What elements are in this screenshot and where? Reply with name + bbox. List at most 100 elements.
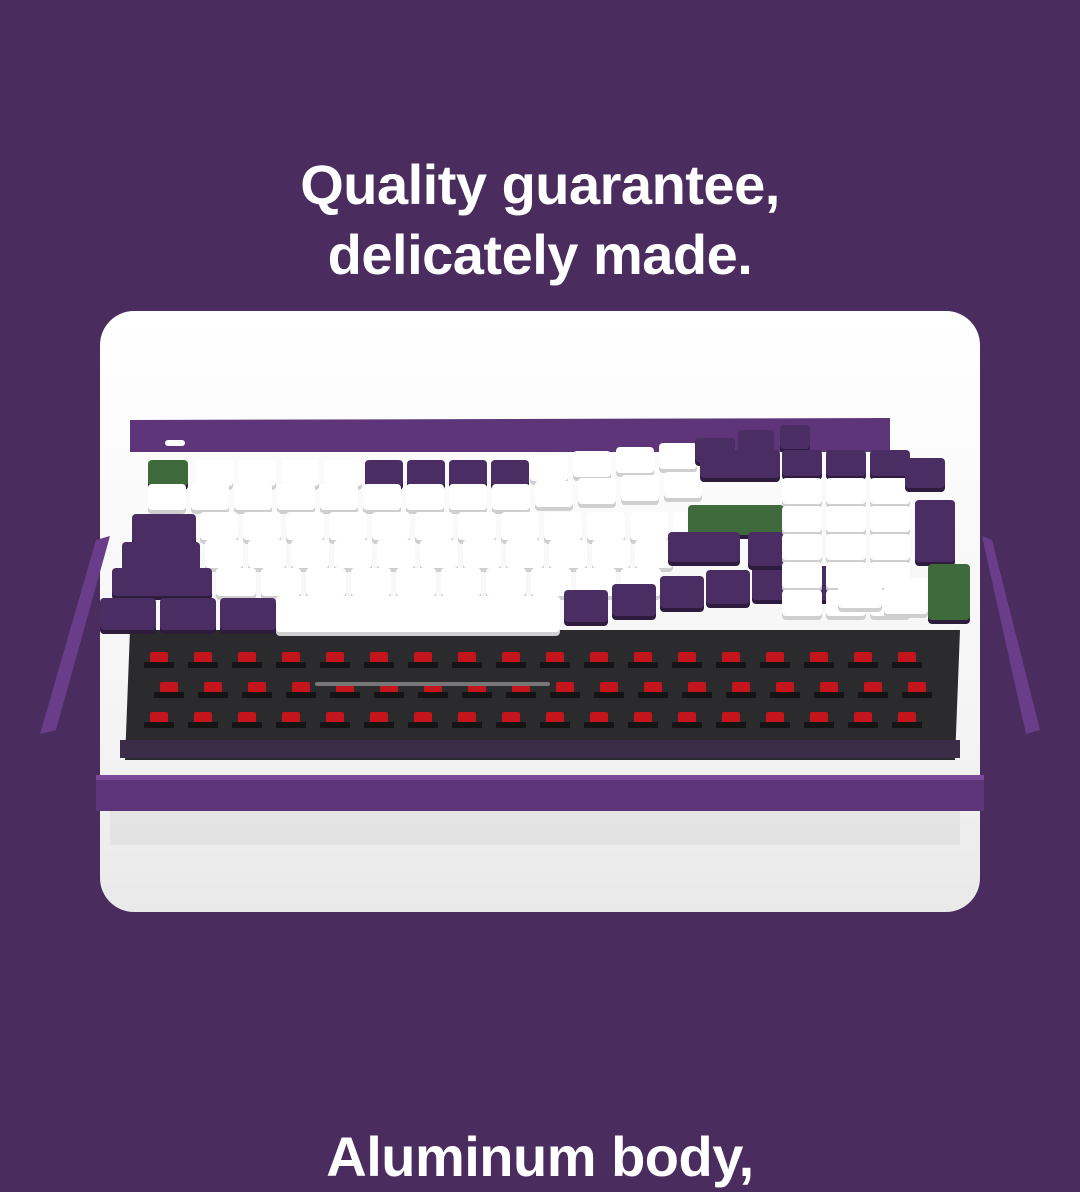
fn-keycap xyxy=(612,584,656,616)
numpad-keycap xyxy=(826,450,866,476)
suit-keycap xyxy=(752,566,796,600)
red-switch xyxy=(502,712,520,726)
letter-keycap xyxy=(243,512,281,540)
spacebar-keycap xyxy=(276,596,560,632)
enter-keycap xyxy=(688,505,784,535)
delete-keycap xyxy=(884,578,928,614)
pause-keycap xyxy=(738,430,774,454)
letter-keycap xyxy=(587,512,625,540)
red-switch xyxy=(766,652,784,666)
function-keycap xyxy=(491,460,529,486)
red-switch xyxy=(590,712,608,726)
numpad-keycap xyxy=(826,590,866,616)
red-switch xyxy=(336,682,354,696)
red-switch xyxy=(458,652,476,666)
red-switch xyxy=(160,682,178,696)
stabilizer-bar xyxy=(315,682,550,686)
insert-keycap xyxy=(838,568,882,608)
numpad-keycap xyxy=(870,450,910,476)
red-switch xyxy=(600,682,618,696)
numpad-keycap xyxy=(782,562,822,588)
red-switch xyxy=(556,682,574,696)
suit-keycap xyxy=(706,570,750,604)
number-keycap xyxy=(578,478,616,504)
shift-left-keycap xyxy=(112,568,212,596)
function-keycap xyxy=(573,451,611,477)
letter-keycap xyxy=(291,540,329,568)
red-switch xyxy=(380,682,398,696)
red-switch xyxy=(732,682,750,696)
red-switch xyxy=(810,712,828,726)
number-keycap xyxy=(363,484,401,510)
numpad-keycap xyxy=(782,478,822,504)
letter-keycap xyxy=(630,512,668,540)
backspace-keycap xyxy=(700,450,780,478)
red-switch xyxy=(150,712,168,726)
function-keycap xyxy=(449,460,487,486)
red-switch xyxy=(194,652,212,666)
red-switch xyxy=(634,712,652,726)
letter-keycap xyxy=(306,568,346,596)
numpad-keycap xyxy=(782,534,822,560)
switch-plate xyxy=(125,630,960,760)
red-switch xyxy=(722,652,740,666)
esc-keycap xyxy=(148,460,188,486)
red-switch xyxy=(810,652,828,666)
numpad-keycap xyxy=(870,534,910,560)
letter-keycap xyxy=(544,512,582,540)
red-switch xyxy=(820,682,838,696)
red-switch xyxy=(282,712,300,726)
case-shadow xyxy=(110,805,960,845)
number-keycap xyxy=(449,484,487,510)
function-keycap xyxy=(238,460,276,486)
function-keycap xyxy=(659,443,697,469)
letter-keycap xyxy=(200,512,238,540)
numpad-keycap xyxy=(870,590,910,616)
letter-keycap xyxy=(351,568,391,596)
number-keycap xyxy=(664,472,702,498)
suit-keycap xyxy=(748,532,792,566)
capslock-keycap xyxy=(122,542,200,570)
numpad-keycap xyxy=(870,478,910,504)
red-switch xyxy=(634,652,652,666)
headline-line-2: delicately made. xyxy=(327,222,753,286)
red-switch xyxy=(326,652,344,666)
red-switch xyxy=(292,682,310,696)
function-keycap xyxy=(195,460,233,486)
next-section-headline: Aluminum body, xyxy=(0,1122,1080,1192)
alt-keycap xyxy=(220,598,276,630)
number-keycap xyxy=(406,484,444,510)
function-keycap xyxy=(407,460,445,486)
red-switch xyxy=(150,652,168,666)
numpad-keycap xyxy=(870,506,910,532)
letter-keycap xyxy=(463,540,501,568)
red-switch xyxy=(644,682,662,696)
red-switch xyxy=(898,712,916,726)
win-keycap xyxy=(160,598,216,630)
letter-keycap xyxy=(334,540,372,568)
red-switch xyxy=(238,712,256,726)
red-switch xyxy=(678,712,696,726)
left-side-panel xyxy=(40,536,110,734)
red-switch xyxy=(590,652,608,666)
letter-keycap xyxy=(329,512,367,540)
top-case-bar xyxy=(130,418,890,452)
letter-keycap xyxy=(377,540,415,568)
red-switch xyxy=(248,682,266,696)
shift-right-keycap xyxy=(668,532,740,562)
alt-right-keycap xyxy=(564,590,608,622)
red-switch xyxy=(204,682,222,696)
numpad-keycap xyxy=(826,534,866,560)
numpad-keycap xyxy=(782,506,822,532)
switch-row xyxy=(144,652,932,728)
letter-keycap xyxy=(621,568,661,596)
red-switch xyxy=(722,712,740,726)
ctrl-keycap xyxy=(100,598,156,630)
letter-keycap xyxy=(216,568,256,596)
red-switch xyxy=(864,682,882,696)
red-switch xyxy=(776,682,794,696)
red-switch xyxy=(238,652,256,666)
letter-keycap xyxy=(372,512,410,540)
red-switch xyxy=(326,712,344,726)
headline-line-1: Quality guarantee, xyxy=(300,152,780,216)
